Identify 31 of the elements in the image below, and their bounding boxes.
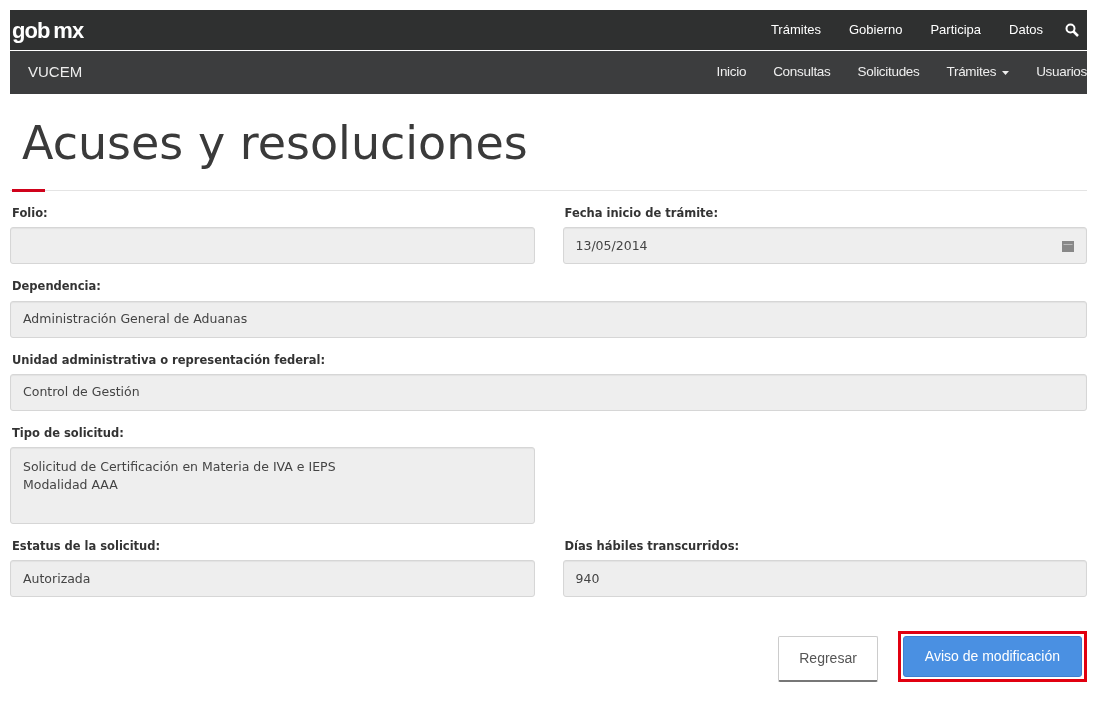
text-area[interactable]: Solicitud de Certificación en Materia de IVA e IEPS Modalidad AAA <box>10 447 535 525</box>
nav-link[interactable]: Trámites <box>770 20 821 40</box>
nav-link[interactable]: Participa <box>930 20 982 40</box>
nav-link[interactable]: Trámites <box>946 62 1010 83</box>
button[interactable]: Regresar <box>778 636 878 683</box>
nav-link[interactable]: Gobierno <box>848 20 903 40</box>
date-field[interactable]: 13/05/2014 <box>562 227 1087 265</box>
page-title: Acuses y resoluciones <box>22 116 529 172</box>
field-label: Días hábiles transcurridos: <box>564 538 740 556</box>
field-label: Dependencia: <box>12 278 101 296</box>
field-label: Unidad administrativa o representación federal: <box>12 351 326 369</box>
caret-icon[interactable] <box>1002 70 1010 75</box>
logo[interactable]: gob mx <box>12 13 84 47</box>
accent-bar <box>12 189 45 193</box>
field-label: Fecha inicio de trámite: <box>564 205 718 223</box>
nav-link[interactable]: Solicitudes <box>857 62 920 83</box>
calendar-icon[interactable] <box>1062 239 1074 252</box>
brand-name[interactable]: VUCEM <box>28 61 83 84</box>
nav-link[interactable]: Consultas <box>773 62 831 83</box>
input-field[interactable]: Administración General de Aduanas <box>10 300 1087 338</box>
search-icon[interactable] <box>1065 23 1079 37</box>
input-field[interactable] <box>10 227 535 265</box>
input-field[interactable]: 940 <box>562 560 1087 598</box>
nav-link[interactable]: Datos <box>1009 20 1043 40</box>
field-label: Estatus de la solicitud: <box>12 538 161 556</box>
field-label: Folio: <box>12 205 48 223</box>
field-label: Tipo de solicitud: <box>12 424 124 442</box>
input-field[interactable]: Autorizada <box>10 560 535 598</box>
nav-link[interactable]: Usuarios <box>1036 62 1087 83</box>
nav-link[interactable]: Inicio <box>716 62 747 83</box>
input-field[interactable]: Control de Gestión <box>10 373 1087 411</box>
